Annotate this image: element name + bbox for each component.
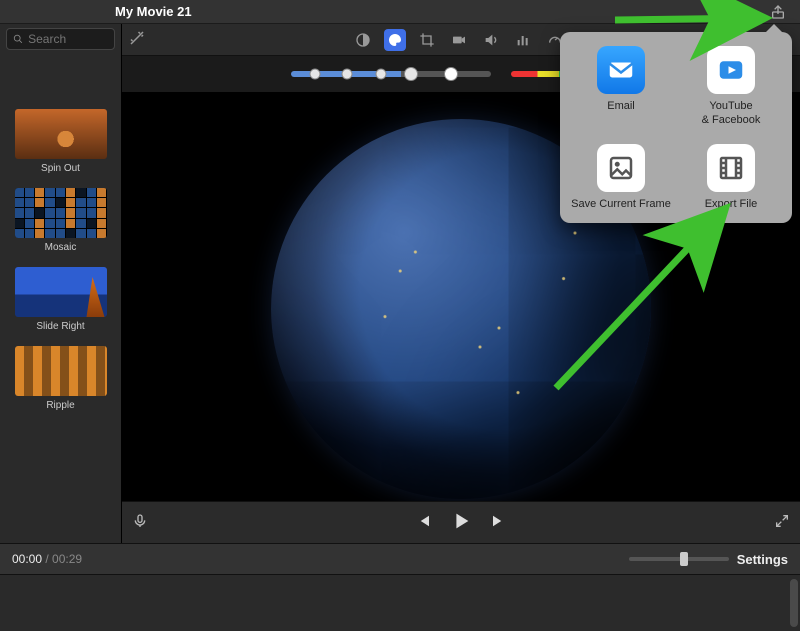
prev-button[interactable]	[414, 512, 432, 533]
crop-tool[interactable]	[416, 29, 438, 51]
effect-label: Mosaic	[15, 242, 107, 253]
share-button[interactable]	[766, 0, 790, 24]
share-label: Email	[566, 100, 676, 114]
timecode-current: 00:00	[12, 552, 42, 566]
prev-icon	[414, 512, 432, 530]
play-button[interactable]	[450, 510, 472, 535]
timeline-header: 00:00 / 00:29 Settings	[0, 543, 800, 575]
camera-tool[interactable]	[448, 29, 470, 51]
effect-label: Spin Out	[15, 163, 107, 174]
next-icon	[490, 512, 508, 530]
voiceover-button[interactable]	[132, 512, 148, 533]
settings-button[interactable]: Settings	[737, 552, 788, 567]
volume-icon	[483, 32, 499, 48]
camera-icon	[451, 32, 467, 48]
levels-tool[interactable]	[512, 29, 534, 51]
share-label: YouTube & Facebook	[676, 100, 786, 128]
search-icon	[13, 33, 23, 45]
effect-spin-out[interactable]: Spin Out	[15, 109, 107, 174]
film-icon	[716, 153, 746, 183]
effect-thumbnail	[15, 109, 107, 159]
crop-icon	[419, 32, 435, 48]
timeline-body[interactable]	[0, 575, 800, 631]
effect-thumbnail	[15, 267, 107, 317]
contrast-icon	[355, 32, 371, 48]
wand-icon	[128, 29, 146, 47]
share-save-frame[interactable]: Save Current Frame	[566, 144, 676, 212]
contrast-tool[interactable]	[352, 29, 374, 51]
email-icon	[606, 55, 636, 85]
volume-tool[interactable]	[480, 29, 502, 51]
effect-thumbnail	[15, 346, 107, 396]
zoom-slider[interactable]	[629, 557, 729, 561]
share-email[interactable]: Email	[566, 46, 676, 128]
effect-thumbnail	[15, 188, 107, 238]
palette-icon	[387, 32, 403, 48]
share-youtube-facebook[interactable]: YouTube & Facebook	[676, 46, 786, 128]
share-label: Export File	[676, 198, 786, 212]
effect-label: Ripple	[15, 400, 107, 411]
share-icon	[770, 4, 786, 20]
transport-bar	[122, 501, 800, 543]
expand-icon	[774, 513, 790, 529]
tone-slider[interactable]	[291, 71, 491, 77]
effect-ripple[interactable]: Ripple	[15, 346, 107, 411]
play-icon	[450, 510, 472, 532]
effect-label: Slide Right	[15, 321, 107, 332]
timecode: 00:00 / 00:29	[12, 552, 82, 566]
titlebar: My Movie 21	[0, 0, 800, 24]
share-export-file[interactable]: Export File	[676, 144, 786, 212]
share-popover: Email YouTube & Facebook Save Current Fr…	[560, 32, 792, 223]
next-button[interactable]	[490, 512, 508, 533]
share-label: Save Current Frame	[566, 198, 676, 212]
color-tool[interactable]	[384, 29, 406, 51]
sidebar: Spin Out Mosaic Slide Right Ripple	[0, 24, 122, 543]
project-title: My Movie 21	[115, 4, 192, 19]
fullscreen-button[interactable]	[774, 513, 790, 532]
mic-icon	[132, 512, 148, 530]
effect-slide-right[interactable]: Slide Right	[15, 267, 107, 332]
search-field[interactable]	[28, 32, 108, 46]
magic-wand-button[interactable]	[128, 29, 146, 50]
timecode-duration: 00:29	[52, 552, 82, 566]
levels-icon	[515, 32, 531, 48]
effect-mosaic[interactable]: Mosaic	[15, 188, 107, 253]
image-icon	[606, 153, 636, 183]
youtube-icon	[716, 55, 746, 85]
scrollbar[interactable]	[790, 579, 798, 627]
search-input[interactable]	[6, 28, 115, 50]
